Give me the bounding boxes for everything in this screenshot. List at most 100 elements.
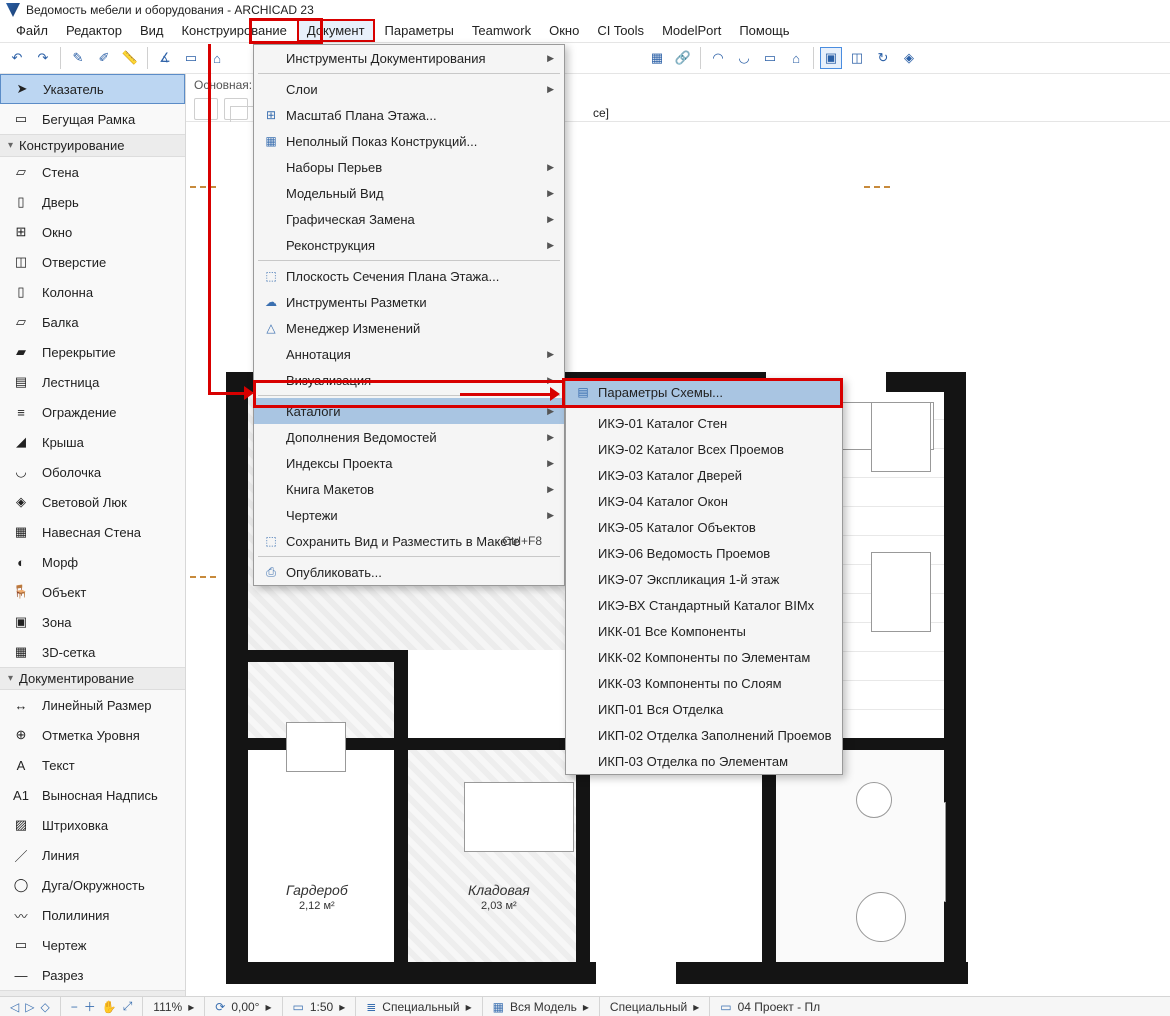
sb-filter1[interactable]: ≣Специальный▸	[356, 997, 482, 1016]
tool-shell[interactable]: ◡Оболочка	[0, 457, 185, 487]
dd-item-18[interactable]: Индексы Проекта	[254, 450, 564, 476]
redo-icon[interactable]: ↷	[32, 47, 54, 69]
dd-item-12[interactable]: △Менеджер Изменений	[254, 315, 564, 341]
menu-file[interactable]: Файл	[8, 21, 56, 40]
sync-icon[interactable]: ↻	[872, 47, 894, 69]
dd-item-10[interactable]: ⬚Плоскость Сечения Плана Этажа...	[254, 263, 564, 289]
sb-view[interactable]: ▦Вся Модель▸	[483, 997, 600, 1016]
tool-arc[interactable]: ◯Дуга/Окружность	[0, 870, 185, 900]
eyedropper-icon[interactable]: ✎	[67, 47, 89, 69]
sb-filter2[interactable]: Специальный▸	[600, 997, 710, 1016]
menu-teamwork[interactable]: Teamwork	[464, 21, 539, 40]
tool-opening[interactable]: ◫Отверстие	[0, 247, 185, 277]
dd-item-0[interactable]: Инструменты Документирования	[254, 45, 564, 71]
link-icon[interactable]: 🔗	[672, 47, 694, 69]
tool-curtain-wall[interactable]: ▦Навесная Стена	[0, 517, 185, 547]
dd-item-14[interactable]: Визуализация	[254, 367, 564, 393]
dd-item-23[interactable]: ⎙Опубликовать...	[254, 559, 564, 585]
sb-nav[interactable]: ◁▷◇	[0, 997, 61, 1016]
sb-angle[interactable]: ⟳0,00°▸	[205, 997, 282, 1016]
tool-hatch[interactable]: ▨Штриховка	[0, 810, 185, 840]
menu-help[interactable]: Помощь	[731, 21, 797, 40]
tool-section[interactable]: —Разрез	[0, 960, 185, 990]
submenu-item-7[interactable]: ИКЭ-ВХ Стандартный Каталог BIMx	[566, 592, 842, 618]
dd-item-7[interactable]: Графическая Замена	[254, 206, 564, 232]
rect-icon[interactable]: ▭	[759, 47, 781, 69]
trace-icon[interactable]: ▦	[646, 47, 668, 69]
morph-icon[interactable]: ◈	[898, 47, 920, 69]
eraser-icon[interactable]: ◫	[846, 47, 868, 69]
dd-item-13[interactable]: Аннотация	[254, 341, 564, 367]
submenu-item-11[interactable]: ИКП-01 Вся Отделка	[566, 696, 842, 722]
menu-citools[interactable]: CI Tools	[589, 21, 652, 40]
submenu-item-1[interactable]: ИКЭ-02 Каталог Всех Проемов	[566, 436, 842, 462]
submenu-item-9[interactable]: ИКК-02 Компоненты по Элементам	[566, 644, 842, 670]
submenu-scheme-settings[interactable]: ▤ Параметры Схемы...	[566, 379, 842, 405]
tool-drawing[interactable]: ▭Чертеж	[0, 930, 185, 960]
dd-item-11[interactable]: ☁Инструменты Разметки	[254, 289, 564, 315]
tool-text[interactable]: AТекст	[0, 750, 185, 780]
tool-morph[interactable]: ◐Морф	[0, 547, 185, 577]
dd-item-21[interactable]: ⬚Сохранить Вид и Разместить в МакетеCtrl…	[254, 528, 564, 554]
submenu-item-3[interactable]: ИКЭ-04 Каталог Окон	[566, 488, 842, 514]
sb-project[interactable]: ▭04 Проект - Пл	[710, 997, 830, 1016]
submenu-item-5[interactable]: ИКЭ-06 Ведомость Проемов	[566, 540, 842, 566]
tool-line[interactable]: ／Линия	[0, 840, 185, 870]
dd-item-2[interactable]: Слои	[254, 76, 564, 102]
highlight1-icon[interactable]: ▣	[820, 47, 842, 69]
arc2-icon[interactable]: ◡	[733, 47, 755, 69]
tool-3dmesh[interactable]: ▦3D-сетка	[0, 637, 185, 667]
section-documenting[interactable]: ▾Документирование	[0, 667, 185, 690]
submenu-item-6[interactable]: ИКЭ-07 Экспликация 1-й этаж	[566, 566, 842, 592]
menu-modelport[interactable]: ModelPort	[654, 21, 729, 40]
menu-construction[interactable]: Конструирование	[173, 21, 294, 40]
submenu-item-13[interactable]: ИКП-03 Отделка по Элементам	[566, 748, 842, 774]
tool-wall[interactable]: ▱Стена	[0, 157, 185, 187]
dd-item-20[interactable]: Чертежи	[254, 502, 564, 528]
roof-icon[interactable]: ⌂	[206, 47, 228, 69]
dd-item-5[interactable]: Наборы Перьев	[254, 154, 564, 180]
tool-zone[interactable]: ▣Зона	[0, 607, 185, 637]
tool-skylight[interactable]: ◈Световой Люк	[0, 487, 185, 517]
sb-zoom[interactable]: 111%▸	[143, 997, 205, 1016]
tool-level-dim[interactable]: ⊕Отметка Уровня	[0, 720, 185, 750]
syringe-icon[interactable]: ✐	[93, 47, 115, 69]
submenu-item-4[interactable]: ИКЭ-05 Каталог Объектов	[566, 514, 842, 540]
dd-item-8[interactable]: Реконструкция	[254, 232, 564, 258]
sb-zoom-controls[interactable]: −＋✋⤢	[61, 997, 144, 1016]
section-construction[interactable]: ▾Конструирование	[0, 134, 185, 157]
dd-item-3[interactable]: ⊞Масштаб Плана Этажа...	[254, 102, 564, 128]
sb-scale[interactable]: ▭1:50▸	[283, 997, 357, 1016]
submenu-item-8[interactable]: ИКК-01 Все Компоненты	[566, 618, 842, 644]
tool-marquee[interactable]: ▭Бегущая Рамка	[0, 104, 185, 134]
tab-btn-1[interactable]	[194, 98, 218, 120]
angle-icon[interactable]: ∡	[154, 47, 176, 69]
menu-options[interactable]: Параметры	[377, 21, 462, 40]
submenu-item-12[interactable]: ИКП-02 Отделка Заполнений Проемов	[566, 722, 842, 748]
edit-icon[interactable]: ▭	[180, 47, 202, 69]
menu-editor[interactable]: Редактор	[58, 21, 130, 40]
tool-slab[interactable]: ▰Перекрытие	[0, 337, 185, 367]
tool-linear-dim[interactable]: ↔Линейный Размер	[0, 690, 185, 720]
ruler-icon[interactable]: 📏	[119, 47, 141, 69]
dd-item-6[interactable]: Модельный Вид	[254, 180, 564, 206]
dd-item-19[interactable]: Книга Макетов	[254, 476, 564, 502]
undo-icon[interactable]: ↶	[6, 47, 28, 69]
menu-view[interactable]: Вид	[132, 21, 172, 40]
tool-column[interactable]: ▯Колонна	[0, 277, 185, 307]
tool-roof[interactable]: ◢Крыша	[0, 427, 185, 457]
dd-item-17[interactable]: Дополнения Ведомостей	[254, 424, 564, 450]
tool-label[interactable]: A1Выносная Надпись	[0, 780, 185, 810]
submenu-item-10[interactable]: ИКК-03 Компоненты по Слоям	[566, 670, 842, 696]
arc-icon[interactable]: ◠	[707, 47, 729, 69]
tool-pointer[interactable]: ➤Указатель	[0, 74, 185, 104]
tool-object[interactable]: 🪑Объект	[0, 577, 185, 607]
dd-item-16[interactable]: Каталоги	[254, 398, 564, 424]
tool-beam[interactable]: ▱Балка	[0, 307, 185, 337]
tool-railing[interactable]: ≡Ограждение	[0, 397, 185, 427]
tool-polyline[interactable]: 〰Полилиния	[0, 900, 185, 930]
tool-window[interactable]: ⊞Окно	[0, 217, 185, 247]
menu-document[interactable]: Документ	[297, 19, 375, 42]
home-icon[interactable]: ⌂	[785, 47, 807, 69]
dd-item-4[interactable]: ▦Неполный Показ Конструкций...	[254, 128, 564, 154]
